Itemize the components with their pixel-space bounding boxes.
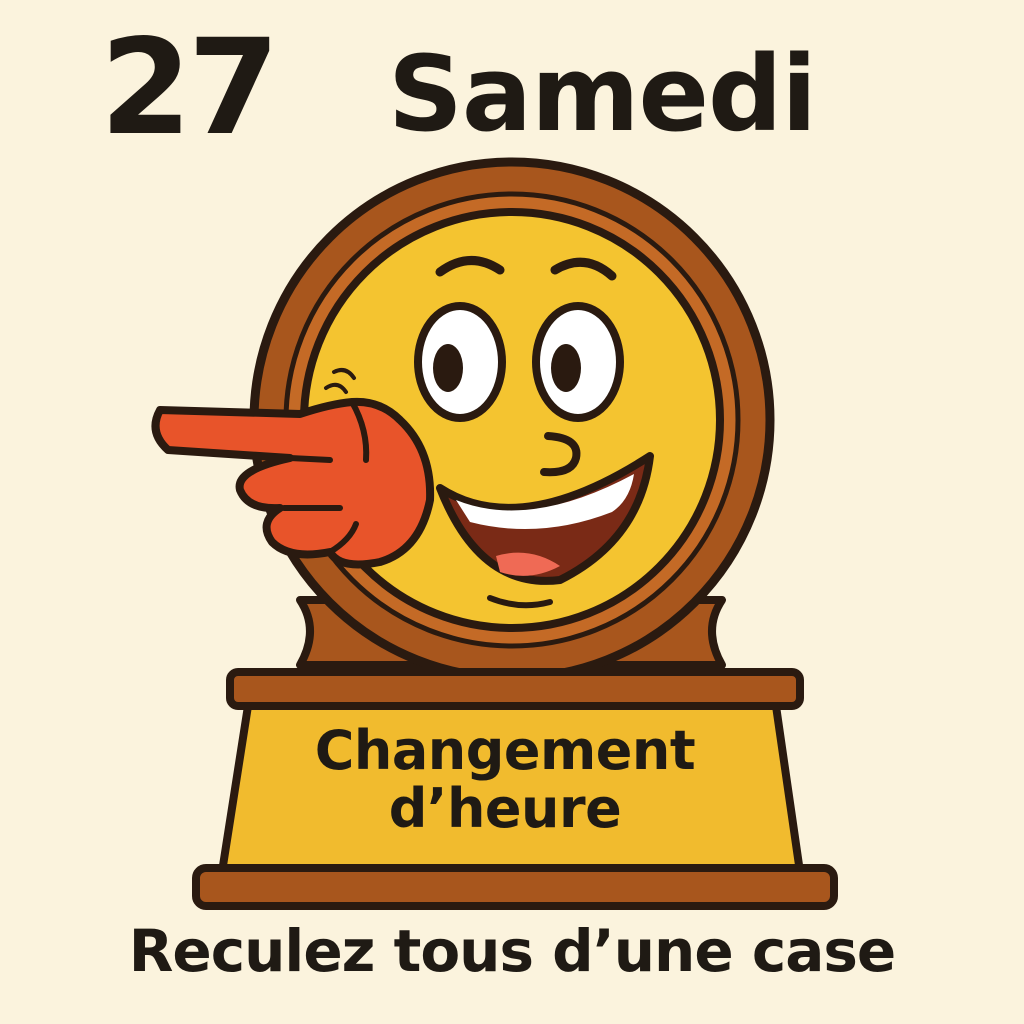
plaque-label: Changement d’heure — [240, 719, 770, 841]
clock-illustration — [151, 157, 838, 910]
instruction-text: Reculez tous d’une case — [128, 917, 896, 985]
plaque-line-1: Changement — [314, 719, 696, 782]
plaque-line-2: d’heure — [388, 777, 622, 841]
calendar-card: 27 Samedi Changement d’heure Reculez tou… — [0, 0, 1024, 1024]
